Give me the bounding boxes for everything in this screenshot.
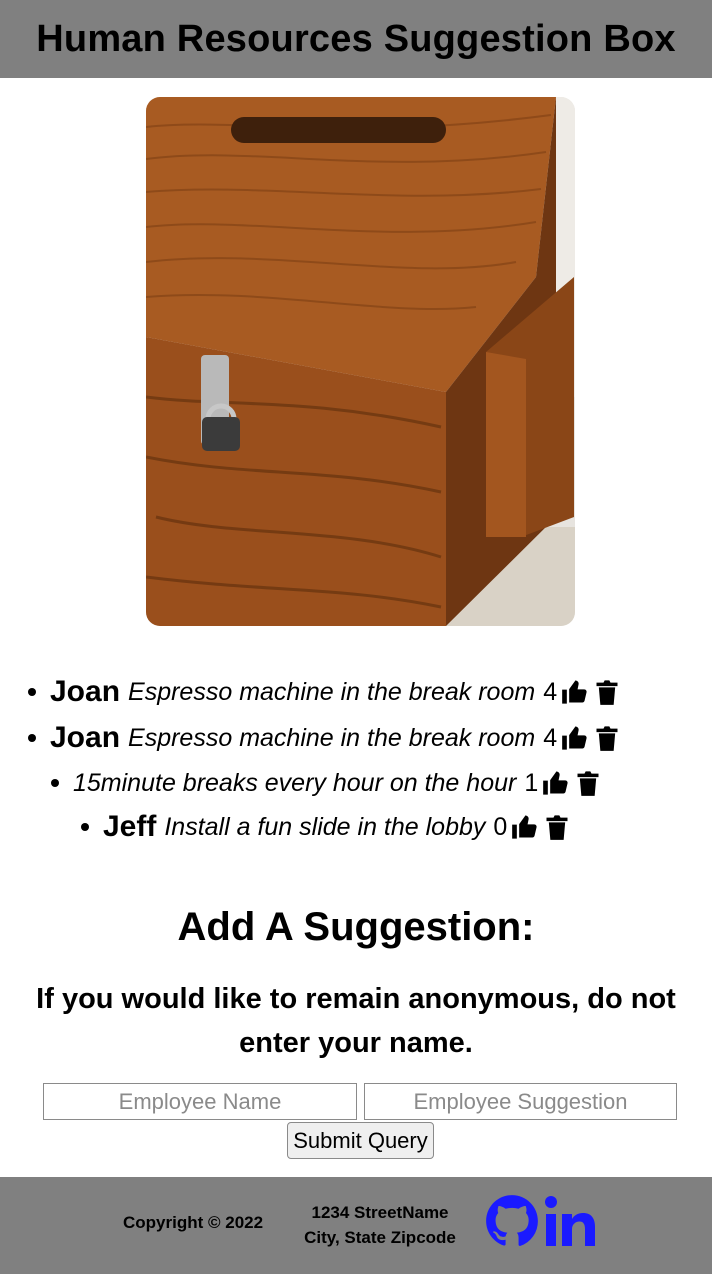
employee-name: Joan	[50, 675, 121, 708]
employee-name: Joan	[50, 721, 121, 754]
vote-count: 0	[493, 812, 508, 841]
submit-button[interactable]: Submit Query	[287, 1122, 434, 1159]
suggestion-text: 15minute breaks every hour on the hour	[73, 768, 517, 797]
list-item: Joan Espresso machine in the break room …	[28, 714, 621, 762]
page-title: Human Resources Suggestion Box	[36, 17, 676, 60]
vote-count: 4	[543, 677, 558, 706]
vote-count: 1	[524, 768, 539, 797]
list-item: Jeff Install a fun slide in the lobby 0	[81, 804, 571, 850]
suggestion-text: Espresso machine in the break room	[128, 677, 536, 706]
bullet	[81, 823, 89, 831]
thumbs-up-icon[interactable]	[561, 678, 589, 706]
page-header: Human Resources Suggestion Box	[0, 0, 712, 78]
github-icon[interactable]	[485, 1194, 539, 1248]
address-line: 1234 StreetName	[311, 1203, 449, 1222]
employee-name-input[interactable]	[43, 1083, 357, 1120]
suggestion-box-photo	[146, 97, 575, 626]
employee-name: Jeff	[103, 810, 157, 843]
trash-icon[interactable]	[574, 769, 602, 797]
bullet	[28, 734, 36, 742]
trash-icon[interactable]	[593, 724, 621, 752]
copyright-text: Copyright © 2022	[123, 1213, 264, 1232]
list-item: Joan Espresso machine in the break room …	[28, 668, 621, 716]
trash-icon[interactable]	[593, 678, 621, 706]
bullet	[51, 779, 59, 787]
address: 1234 StreetName City, State Zipcode	[298, 1200, 462, 1250]
list-item: 15minute breaks every hour on the hour 1	[51, 760, 602, 806]
thumbs-up-icon[interactable]	[511, 813, 539, 841]
suggestion-text: Install a fun slide in the lobby	[164, 812, 486, 841]
anonymous-note: If you would like to remain anonymous, d…	[36, 983, 676, 1059]
thumbs-up-icon[interactable]	[561, 724, 589, 752]
linkedin-icon[interactable]	[544, 1194, 600, 1248]
trash-icon[interactable]	[543, 813, 571, 841]
bullet	[28, 688, 36, 696]
form-title: Add A Suggestion:	[177, 905, 535, 949]
suggestion-text: Espresso machine in the break room	[128, 723, 536, 752]
employee-suggestion-input[interactable]	[364, 1083, 677, 1120]
vote-count: 4	[543, 723, 558, 752]
address-line: City, State Zipcode	[304, 1228, 456, 1247]
thumbs-up-icon[interactable]	[542, 769, 570, 797]
